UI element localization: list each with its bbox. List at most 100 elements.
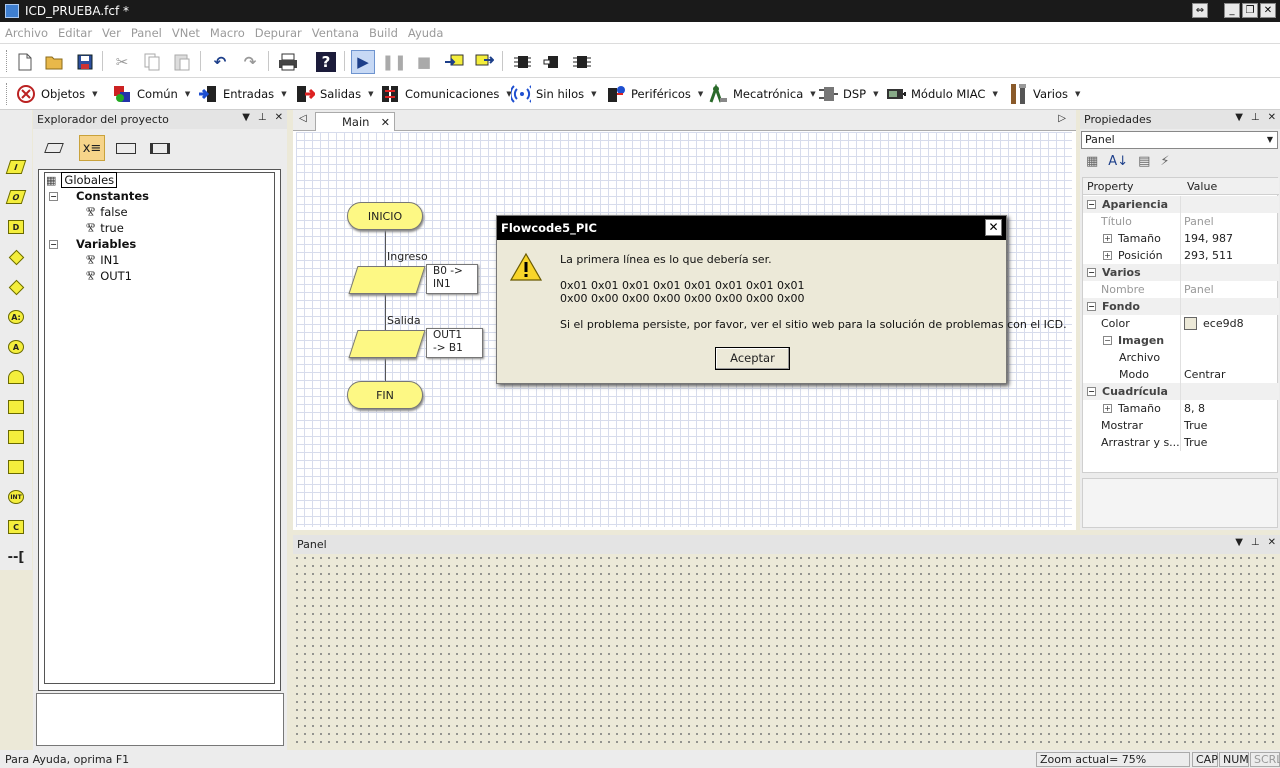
property-row[interactable]: Título Panel bbox=[1083, 213, 1279, 230]
interrupt-icon[interactable]: INT bbox=[6, 487, 26, 507]
tree-node-constant[interactable]: Ⰺtrue bbox=[86, 220, 124, 236]
property-row[interactable]: − Imagen bbox=[1083, 332, 1279, 349]
object-selector[interactable]: Panel ▼ bbox=[1081, 131, 1278, 149]
panel-canvas[interactable] bbox=[293, 554, 1280, 749]
expand-icon[interactable]: + bbox=[1103, 404, 1112, 413]
tree-node-constantes[interactable]: − Constantes bbox=[49, 188, 149, 204]
pin-icon[interactable]: ⊥ bbox=[1251, 112, 1260, 123]
undo-icon[interactable]: ↶ bbox=[208, 50, 232, 74]
category-objetos[interactable]: Objetos ▼ bbox=[16, 82, 98, 106]
minimize-button[interactable]: _ bbox=[1224, 3, 1240, 18]
close-tab-icon[interactable]: ✕ bbox=[381, 116, 390, 129]
macro-call-icon[interactable] bbox=[6, 427, 26, 447]
expand-icon[interactable]: + bbox=[1103, 234, 1112, 243]
input-block[interactable] bbox=[348, 266, 426, 294]
category-entradas[interactable]: Entradas ▼ bbox=[198, 82, 287, 106]
save-icon[interactable] bbox=[73, 50, 97, 74]
property-row[interactable]: − Apariencia bbox=[1083, 196, 1279, 213]
property-row[interactable]: Archivo bbox=[1083, 349, 1279, 366]
components-tab-icon[interactable] bbox=[147, 135, 173, 161]
tree-node-variables[interactable]: − Variables bbox=[49, 236, 136, 252]
property-row[interactable]: − Varios bbox=[1083, 264, 1279, 281]
expand-icon[interactable]: + bbox=[1103, 251, 1112, 260]
output-icon[interactable]: O bbox=[5, 187, 27, 207]
property-pages-icon[interactable]: ▤ bbox=[1138, 154, 1150, 169]
toolbar-grip[interactable] bbox=[6, 50, 9, 72]
dropdown-icon[interactable]: ▼ bbox=[242, 112, 250, 123]
tree-node-constant[interactable]: Ⰺfalse bbox=[86, 204, 128, 220]
property-row[interactable]: Arrastrar y s... True bbox=[1083, 434, 1279, 451]
tab-main[interactable]: Main ✕ bbox=[315, 112, 395, 131]
redo-icon[interactable]: ↷ bbox=[238, 50, 262, 74]
menu-ver[interactable]: Ver bbox=[97, 26, 126, 40]
property-row[interactable]: + Tamaño 8, 8 bbox=[1083, 400, 1279, 417]
category-comun[interactable]: Común ▼ bbox=[112, 82, 190, 106]
collapse-icon[interactable]: − bbox=[1087, 268, 1096, 277]
property-row[interactable]: Nombre Panel bbox=[1083, 281, 1279, 298]
close-icon[interactable]: ✕ bbox=[1268, 112, 1276, 123]
cut-icon[interactable]: ✂ bbox=[110, 50, 134, 74]
print-icon[interactable] bbox=[276, 50, 300, 74]
delay-icon[interactable]: D bbox=[6, 217, 26, 237]
menu-depurar[interactable]: Depurar bbox=[250, 26, 307, 40]
paste-icon[interactable] bbox=[170, 50, 194, 74]
decision-icon[interactable] bbox=[6, 247, 26, 267]
open-folder-icon[interactable] bbox=[43, 50, 67, 74]
property-row[interactable]: Color ece9d8 bbox=[1083, 315, 1279, 332]
switch-icon[interactable] bbox=[6, 277, 26, 297]
copy-icon[interactable] bbox=[140, 50, 164, 74]
ok-button[interactable]: Aceptar bbox=[715, 347, 790, 370]
menu-build[interactable]: Build bbox=[364, 26, 403, 40]
toolbar-grip[interactable] bbox=[6, 83, 9, 105]
pause-icon[interactable]: ❚❚ bbox=[381, 50, 406, 74]
loop-icon[interactable] bbox=[6, 367, 26, 387]
category-modulo-miac[interactable]: Módulo MIAC ▼ bbox=[886, 82, 998, 106]
end-terminal[interactable]: FIN bbox=[347, 381, 423, 409]
comment-icon[interactable]: --[ bbox=[6, 547, 26, 567]
category-dsp[interactable]: DSP ▼ bbox=[818, 82, 878, 106]
category-varios[interactable]: Varios ▼ bbox=[1008, 82, 1080, 106]
close-icon[interactable]: ✕ bbox=[1268, 537, 1276, 548]
icd-read-icon[interactable] bbox=[510, 50, 534, 74]
menu-editar[interactable]: Editar bbox=[53, 26, 97, 40]
menu-vnet[interactable]: VNet bbox=[167, 26, 205, 40]
calculation-icon[interactable] bbox=[6, 457, 26, 477]
sort-az-icon[interactable]: A↓ bbox=[1108, 154, 1128, 169]
menu-archivo[interactable]: Archivo bbox=[0, 26, 53, 40]
category-sin-hilos[interactable]: Sin hilos ▼ bbox=[511, 82, 597, 106]
collapse-icon[interactable]: − bbox=[1087, 200, 1096, 209]
property-row[interactable]: − Cuadrícula bbox=[1083, 383, 1279, 400]
property-row[interactable]: + Tamaño 194, 987 bbox=[1083, 230, 1279, 247]
category-comunicaciones[interactable]: Comunicaciones ▼ bbox=[380, 82, 512, 106]
property-row[interactable]: − Fondo bbox=[1083, 298, 1279, 315]
new-file-icon[interactable] bbox=[13, 50, 37, 74]
step-into-icon[interactable] bbox=[442, 50, 466, 74]
icd-chip-icon[interactable] bbox=[570, 50, 594, 74]
run-icon[interactable]: ▶ bbox=[351, 50, 375, 74]
collapse-icon[interactable]: − bbox=[1087, 302, 1096, 311]
connection-point-icon[interactable]: A: bbox=[6, 307, 26, 327]
dialog-close-button[interactable]: ✕ bbox=[985, 219, 1002, 236]
component-macro-icon[interactable] bbox=[6, 397, 26, 417]
menu-ventana[interactable]: Ventana bbox=[307, 26, 364, 40]
tree-node-variable[interactable]: Ⰺ IN1 bbox=[86, 252, 120, 268]
start-terminal[interactable]: INICIO bbox=[347, 202, 423, 230]
close-window-button[interactable]: ✕ bbox=[1260, 3, 1276, 18]
ports-tab-icon[interactable] bbox=[41, 135, 67, 161]
menu-panel[interactable]: Panel bbox=[126, 26, 167, 40]
step-over-icon[interactable] bbox=[472, 50, 496, 74]
restore-size-button[interactable]: ⇔ bbox=[1192, 3, 1208, 18]
category-salidas[interactable]: Salidas ▼ bbox=[295, 82, 373, 106]
category-perifericos[interactable]: Periféricos ▼ bbox=[606, 82, 703, 106]
collapse-icon[interactable]: − bbox=[49, 239, 58, 249]
pin-icon[interactable]: ⊥ bbox=[1251, 537, 1260, 548]
collapse-icon[interactable]: − bbox=[49, 191, 58, 201]
close-icon[interactable]: ✕ bbox=[275, 112, 283, 123]
tree-node-variable[interactable]: Ⰺ OUT1 bbox=[86, 268, 132, 284]
maximize-button[interactable]: ❐ bbox=[1242, 3, 1258, 18]
scroll-right-icon[interactable]: ▷ bbox=[1058, 113, 1066, 124]
output-block[interactable] bbox=[348, 330, 426, 358]
events-icon[interactable]: ⚡ bbox=[1160, 154, 1169, 169]
tree-node-globales[interactable]: ▦ Globales bbox=[46, 172, 118, 188]
collapse-icon[interactable]: − bbox=[1087, 387, 1096, 396]
